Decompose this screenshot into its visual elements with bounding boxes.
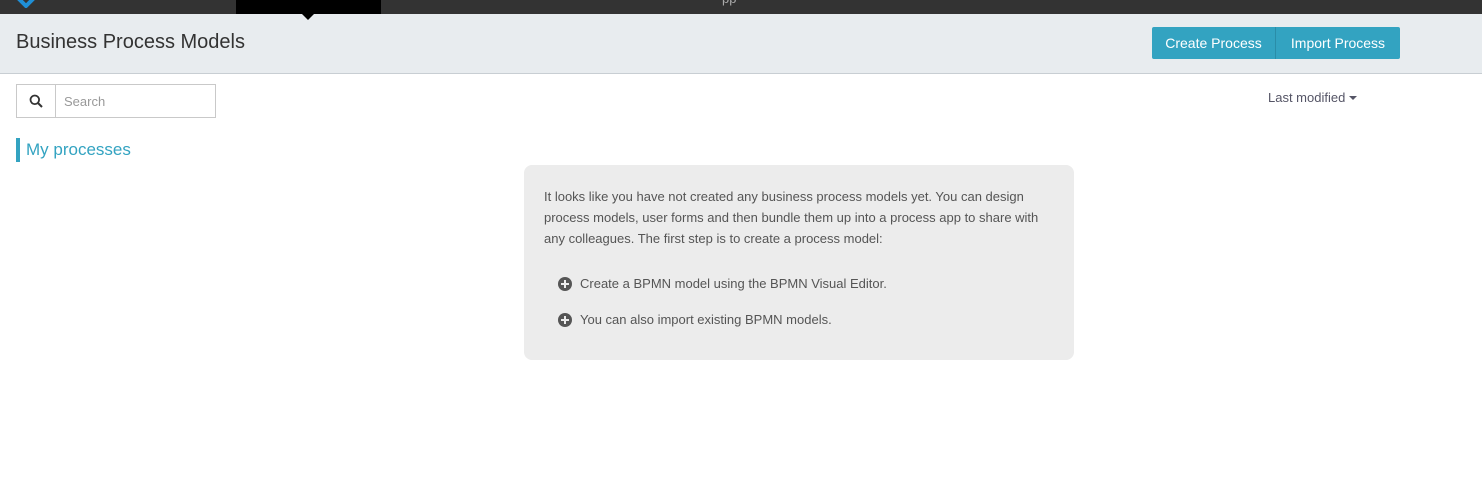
plus-circle-icon [558,277,572,291]
header-actions: Create Process Import Process [1152,27,1400,59]
empty-state-panel: It looks like you have not created any b… [524,165,1074,360]
empty-state-list: Create a BPMN model using the BPMN Visua… [544,276,1054,348]
nav-tab-processes[interactable] [236,0,381,14]
nav-tab-apps[interactable]: pp [722,0,736,6]
search-icon [29,94,43,108]
plus-circle-icon [558,313,572,327]
logo-icon[interactable] [16,0,36,8]
caret-down-icon [1349,95,1358,100]
page-title: Business Process Models [16,31,245,53]
import-process-button[interactable]: Import Process [1276,27,1400,59]
list-item-label: Create a BPMN model using the BPMN Visua… [580,276,887,291]
sort-label: Last modified [1268,90,1346,105]
create-process-button[interactable]: Create Process [1152,27,1276,59]
search-button[interactable] [17,85,56,117]
search-box [16,84,216,118]
page-header: Business Process Models Create Process I… [0,14,1482,74]
list-item[interactable]: You can also import existing BPMN models… [558,312,1054,348]
active-tab-indicator [302,14,314,20]
top-nav-bar: pp [0,0,1482,20]
search-input[interactable] [56,85,214,117]
filter-my-processes[interactable]: My processes [16,138,131,162]
list-item[interactable]: Create a BPMN model using the BPMN Visua… [558,276,1054,312]
list-item-label: You can also import existing BPMN models… [580,312,832,327]
sort-dropdown[interactable]: Last modified [1268,90,1358,105]
empty-state-text: It looks like you have not created any b… [544,189,1039,246]
